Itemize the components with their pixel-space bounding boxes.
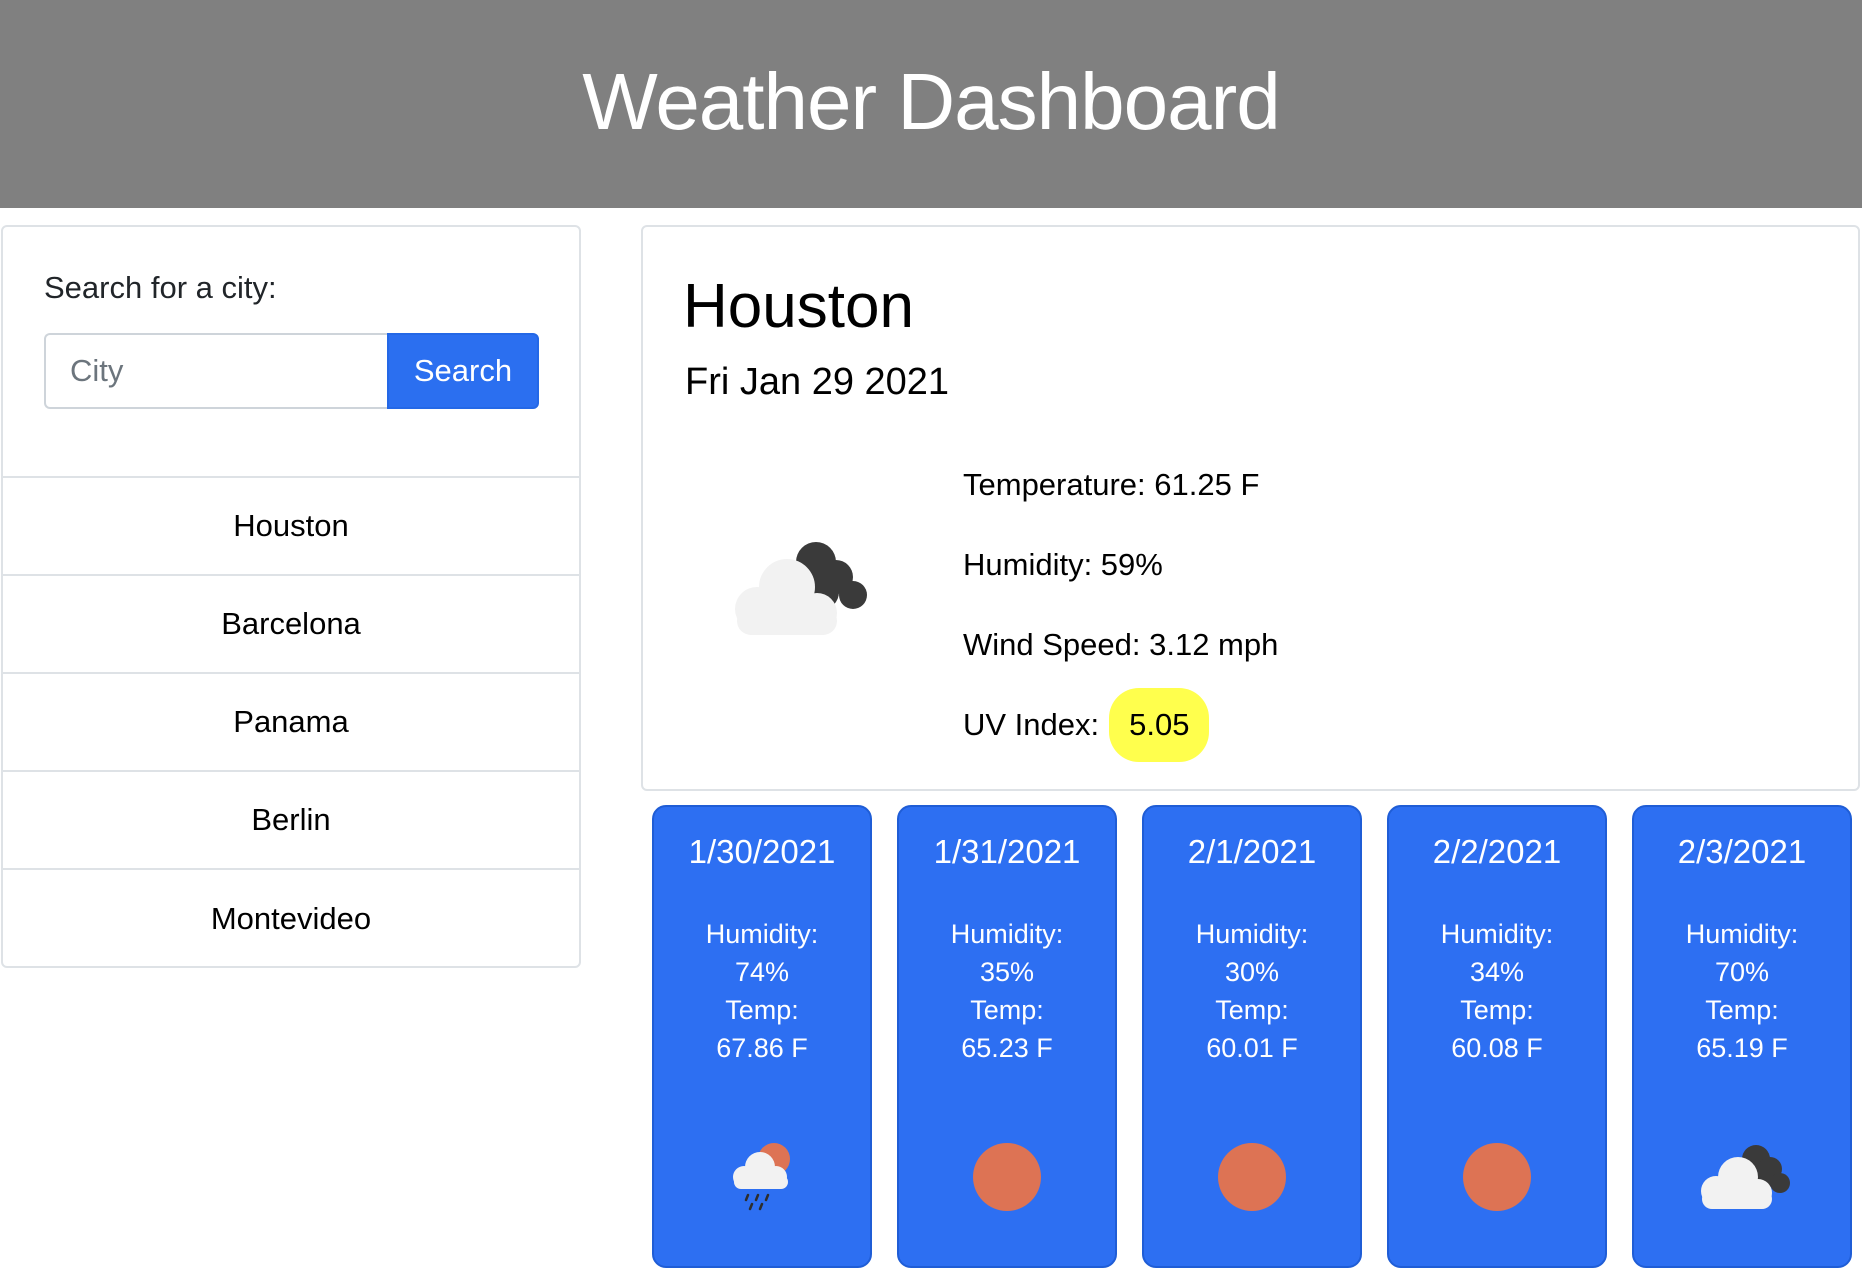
forecast-card: 1/30/2021 Humidity: 74% Temp: 67.86 F	[652, 805, 872, 1268]
current-weather-card: Houston Fri Jan 29 2021 Temperature: 61.…	[641, 225, 1860, 791]
forecast-details: Humidity: 74% Temp: 67.86 F	[654, 915, 870, 1067]
five-day-forecast: 1/30/2021 Humidity: 74% Temp: 67.86 F 1/…	[652, 805, 1852, 1268]
wind-speed-stat: Wind Speed: 3.12 mph	[963, 627, 1279, 662]
search-label: Search for a city:	[44, 270, 277, 305]
forecast-temp-value: 67.86 F	[716, 1033, 808, 1063]
forecast-humidity-value: 35%	[979, 957, 1035, 987]
rain-sun-icon	[722, 1137, 802, 1222]
forecast-temp-value: 65.23 F	[961, 1033, 1053, 1063]
temperature-stat: Temperature: 61.25 F	[963, 467, 1260, 502]
forecast-date: 1/31/2021	[933, 833, 1081, 870]
forecast-temp-label: Temp:	[1460, 995, 1534, 1025]
forecast-temp-label: Temp:	[970, 995, 1044, 1025]
forecast-details: Humidity: 30% Temp: 60.01 F	[1144, 915, 1360, 1067]
forecast-humidity-label: Humidity:	[950, 919, 1064, 949]
current-stats: Temperature: 61.25 F Humidity: 59% Wind …	[963, 445, 1278, 765]
page-title: Weather Dashboard	[582, 57, 1280, 146]
forecast-date: 2/2/2021	[1432, 833, 1562, 870]
current-date: Fri Jan 29 2021	[685, 361, 950, 403]
uv-index-label: UV Index:	[963, 707, 1100, 742]
sidebar: Search for a city: Search Houston Barcel…	[1, 225, 581, 968]
forecast-temp-value: 60.08 F	[1451, 1033, 1543, 1063]
partly-cloudy-night-icon	[1692, 1137, 1792, 1222]
sun-icon	[1212, 1137, 1292, 1222]
forecast-humidity-value: 74%	[734, 957, 790, 987]
search-panel: Search for a city: Search	[3, 227, 579, 478]
city-history-item-houston[interactable]: Houston	[3, 478, 579, 576]
city-search-input[interactable]	[44, 333, 387, 409]
forecast-temp-label: Temp:	[1215, 995, 1289, 1025]
city-history-list: Houston Barcelona Panama Berlin Montevid…	[3, 478, 579, 968]
city-history-item-berlin[interactable]: Berlin	[3, 772, 579, 870]
forecast-details: Humidity: 34% Temp: 60.08 F	[1389, 915, 1605, 1067]
forecast-card: 2/3/2021 Humidity: 70% Temp: 65.19 F	[1632, 805, 1852, 1268]
uv-index-stat: UV Index: 5.05	[963, 685, 1278, 765]
forecast-card: 1/31/2021 Humidity: 35% Temp: 65.23 F	[897, 805, 1117, 1268]
forecast-details: Humidity: 35% Temp: 65.23 F	[899, 915, 1115, 1067]
forecast-humidity-label: Humidity:	[1195, 919, 1309, 949]
page-header: Weather Dashboard	[0, 0, 1862, 208]
city-history-item-barcelona[interactable]: Barcelona	[3, 576, 579, 674]
uv-index-badge: 5.05	[1109, 688, 1210, 762]
city-history-item-panama[interactable]: Panama	[3, 674, 579, 772]
forecast-date: 1/30/2021	[688, 833, 836, 870]
sun-icon	[967, 1137, 1047, 1222]
forecast-humidity-label: Humidity:	[1440, 919, 1554, 949]
current-city-name: Houston	[683, 272, 914, 341]
forecast-card: 2/2/2021 Humidity: 34% Temp: 60.08 F	[1387, 805, 1607, 1268]
partly-cloudy-night-icon	[713, 537, 873, 652]
search-row: Search	[44, 333, 539, 409]
forecast-temp-value: 60.01 F	[1206, 1033, 1298, 1063]
humidity-stat: Humidity: 59%	[963, 547, 1163, 582]
search-button[interactable]: Search	[387, 333, 539, 409]
forecast-temp-value: 65.19 F	[1696, 1033, 1788, 1063]
forecast-details: Humidity: 70% Temp: 65.19 F	[1634, 915, 1850, 1067]
forecast-date: 2/3/2021	[1677, 833, 1807, 870]
city-history-item-montevideo[interactable]: Montevideo	[3, 870, 579, 968]
sun-icon	[1457, 1137, 1537, 1222]
forecast-humidity-value: 34%	[1469, 957, 1525, 987]
forecast-temp-label: Temp:	[1705, 995, 1779, 1025]
forecast-humidity-value: 30%	[1224, 957, 1280, 987]
forecast-temp-label: Temp:	[725, 995, 799, 1025]
forecast-humidity-label: Humidity:	[1685, 919, 1799, 949]
forecast-humidity-value: 70%	[1714, 957, 1770, 987]
forecast-card: 2/1/2021 Humidity: 30% Temp: 60.01 F	[1142, 805, 1362, 1268]
forecast-humidity-label: Humidity:	[705, 919, 819, 949]
forecast-date: 2/1/2021	[1187, 833, 1317, 870]
